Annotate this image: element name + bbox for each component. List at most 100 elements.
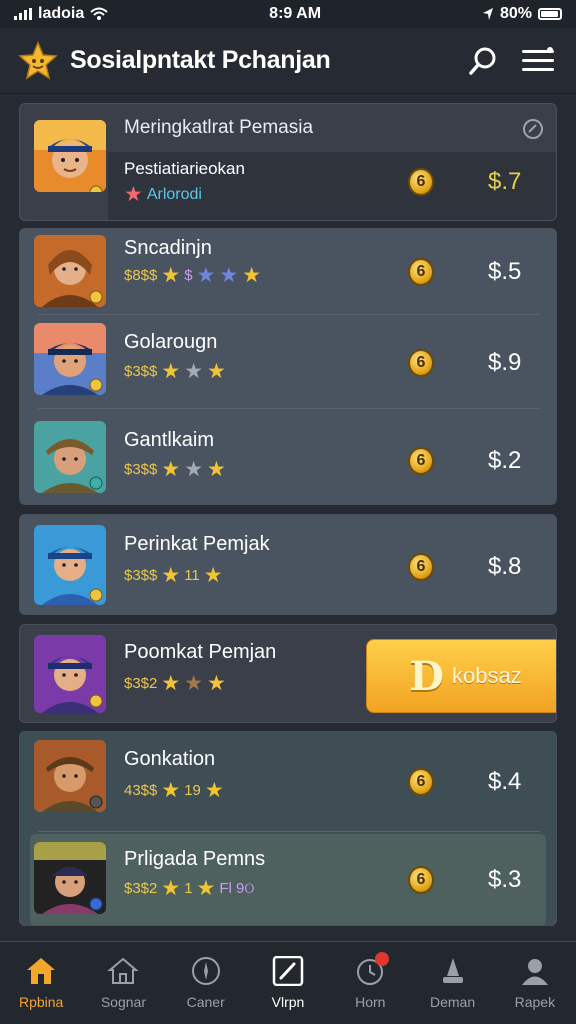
- compass-icon: [191, 957, 220, 985]
- item-meta: $3$$ ★ 11 ★: [124, 565, 223, 586]
- item-name: Sncadinjn: [124, 237, 212, 259]
- list-item[interactable]: Prligada Pemns $3$2 ★ 1 ★ Fl 9ଠ 6 $.3: [30, 834, 546, 925]
- featured-price: $.7: [488, 168, 522, 195]
- close-icon[interactable]: [522, 118, 544, 140]
- item-group-card: Gonkation 43$$ ★ 19 ★ 6 $.4 Prligada Pem…: [19, 731, 557, 926]
- item-extra-2: Fl 9ଠ: [219, 880, 255, 897]
- item-avatar: [34, 635, 106, 713]
- featured-title: Meringkatlrat Pemasia: [124, 117, 314, 138]
- item-extra: 11: [184, 567, 200, 584]
- star-icon: ★: [196, 264, 216, 287]
- star-icon: ★: [184, 672, 204, 695]
- item-card[interactable]: Perinkat Pemjak $3$$ ★ 11 ★ 6 $.8: [19, 514, 557, 615]
- featured-tag-row: ★ Arlorodi: [124, 184, 202, 205]
- item-cost: $3$2: [124, 675, 158, 692]
- search-button[interactable]: [464, 41, 504, 81]
- status-left: ladoia: [14, 5, 108, 23]
- featured-card[interactable]: Meringkatlrat Pemasia Pestiatiarieokan ★…: [19, 103, 557, 221]
- item-meta: $3$2 ★ ★ ★: [124, 673, 226, 694]
- item-name: Poomkat Pemjan: [124, 641, 277, 663]
- nav-item-history[interactable]: Horn: [329, 942, 411, 1024]
- location-icon: [482, 8, 493, 20]
- featured-subtitle: Pestiatiarieokan: [124, 159, 245, 178]
- star-icon: ★: [124, 183, 143, 206]
- item-name: Golarougn: [124, 331, 218, 353]
- star-icon: ★: [219, 264, 239, 287]
- coin-icon: 6: [408, 258, 434, 286]
- nav-item-shop[interactable]: Sognar: [82, 942, 164, 1024]
- item-cost: 43$$: [124, 782, 158, 799]
- item-avatar: [34, 525, 106, 605]
- star-icon: ★: [161, 779, 181, 802]
- featured-tag: Arlorodi: [146, 185, 202, 203]
- item-avatar: [34, 235, 106, 307]
- carrier-label: ladoia: [38, 5, 85, 22]
- item-price: $.4: [488, 768, 522, 795]
- item-price: $.2: [488, 447, 522, 474]
- item-name: Gantlkaim: [124, 429, 215, 451]
- item-cost: $8$$: [124, 267, 158, 284]
- status-time: 8:9 AM: [269, 5, 322, 22]
- buy-button[interactable]: D kobsaz: [366, 639, 556, 713]
- item-meta: $3$$ ★ ★ ★: [124, 361, 226, 382]
- item-cost: $3$2: [124, 880, 158, 897]
- item-avatar: [34, 740, 106, 812]
- purchase-card: Poomkat Pemjan $3$2 ★ ★ ★ D kobsaz: [19, 624, 557, 723]
- item-meta: $3$$ ★ ★ ★: [124, 459, 226, 480]
- nav-label: Deman: [429, 994, 476, 1010]
- star-icon: ★: [207, 672, 226, 695]
- nav-label: Rapek: [514, 994, 556, 1010]
- status-bar: ladoia 8:9 AM 80%: [0, 0, 576, 28]
- star-icon: ★: [184, 360, 204, 383]
- home-icon: [27, 958, 56, 984]
- item-avatar: [34, 842, 106, 914]
- star-icon: ★: [161, 458, 181, 481]
- nav-item-home[interactable]: Rpbina: [0, 942, 82, 1024]
- star-icon: ★: [161, 264, 181, 287]
- list-item[interactable]: Sncadinjn $8$$ ★ $ ★ ★ ★ 6 $.5: [20, 229, 556, 315]
- star-icon: ★: [203, 564, 223, 587]
- divider: [38, 831, 540, 832]
- item-meta: $8$$ ★ $ ★ ★ ★: [124, 265, 261, 286]
- coin-icon: 6: [408, 349, 434, 377]
- star-icon: ★: [161, 672, 181, 695]
- coin-icon: 6: [408, 866, 434, 894]
- signal-icon: [14, 8, 32, 20]
- item-avatar: [34, 421, 106, 493]
- house-outline-icon: [107, 957, 140, 984]
- item-extra: $: [184, 267, 193, 284]
- nav-item-rank[interactable]: Deman: [411, 942, 493, 1024]
- nav-item-explore[interactable]: Caner: [165, 942, 247, 1024]
- nav-label: Caner: [186, 994, 225, 1010]
- item-price: $.3: [488, 866, 522, 893]
- edit-icon: [272, 956, 304, 986]
- star-icon: ★: [184, 458, 204, 481]
- battery-icon: [538, 8, 562, 20]
- menu-button[interactable]: [518, 41, 558, 81]
- item-cost: $3$$: [124, 567, 158, 584]
- nav-label: Rpbina: [18, 994, 64, 1010]
- nav-label: Vlrpn: [271, 994, 305, 1010]
- featured-avatar: [34, 120, 106, 192]
- list-item[interactable]: Golarougn $3$$ ★ ★ ★ 6 $.9: [20, 315, 556, 409]
- nav-label: Horn: [355, 994, 386, 1010]
- star-icon: ★: [161, 564, 181, 587]
- profile-icon: [521, 959, 548, 985]
- star-icon: ★: [161, 360, 181, 383]
- nav-item-profile[interactable]: Rapek: [494, 942, 576, 1024]
- nav-item-edit[interactable]: Vlrpn: [247, 942, 329, 1024]
- item-extra: 19: [184, 782, 201, 799]
- item-extra: 1: [184, 880, 193, 897]
- list-item[interactable]: Gonkation 43$$ ★ 19 ★ 6 $.4: [20, 732, 556, 832]
- item-cost: $3$$: [124, 461, 158, 478]
- menu-icon: [522, 46, 554, 71]
- star-icon: ★: [161, 877, 181, 900]
- list-item[interactable]: Gantlkaim $3$$ ★ ★ ★ 6 $.2: [20, 409, 556, 504]
- star-icon: ★: [196, 877, 216, 900]
- star-icon: ★: [204, 779, 224, 802]
- bottom-nav: Rpbina Sognar Caner Vlrpn Horn Deman Rap…: [0, 941, 576, 1024]
- item-avatar: [34, 323, 106, 395]
- nav-label: Sognar: [100, 994, 146, 1010]
- item-group-card: Sncadinjn $8$$ ★ $ ★ ★ ★ 6 $.5 Golarougn…: [19, 228, 557, 505]
- battery-percent: 80%: [499, 5, 532, 22]
